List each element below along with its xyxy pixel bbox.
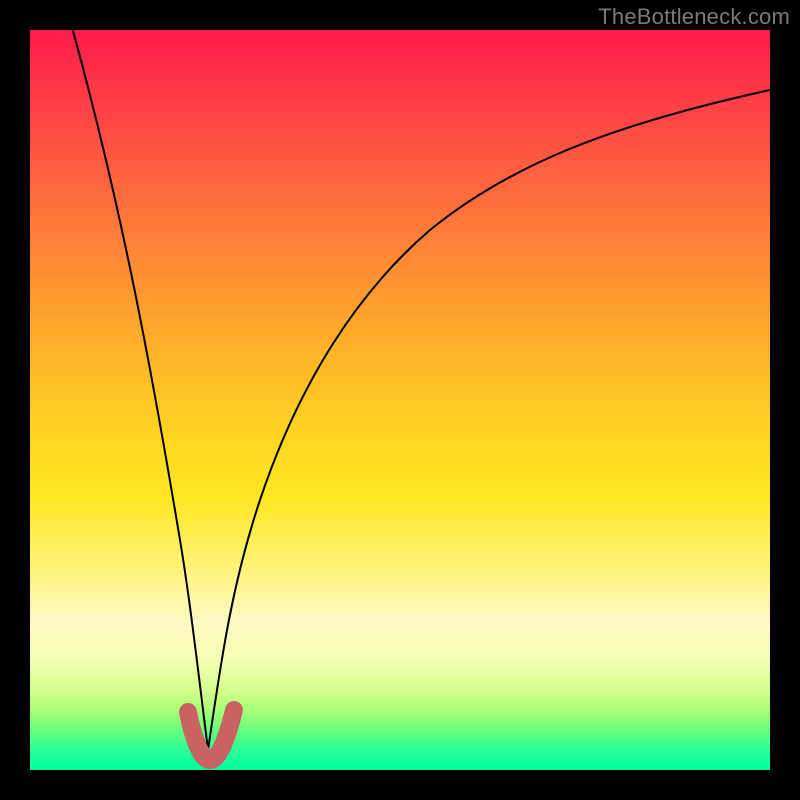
watermark-text: TheBottleneck.com	[598, 4, 790, 30]
highlight-dot	[180, 704, 196, 720]
plot-area	[30, 30, 770, 770]
curve-left-branch	[70, 30, 208, 750]
highlight-dot	[188, 732, 204, 748]
highlight-dot	[217, 730, 233, 746]
chart-stage: TheBottleneck.com	[0, 0, 800, 800]
highlight-dot	[202, 752, 218, 768]
curve-right-branch	[208, 90, 770, 750]
highlight-dot	[226, 702, 242, 718]
curve-layer	[30, 30, 770, 770]
